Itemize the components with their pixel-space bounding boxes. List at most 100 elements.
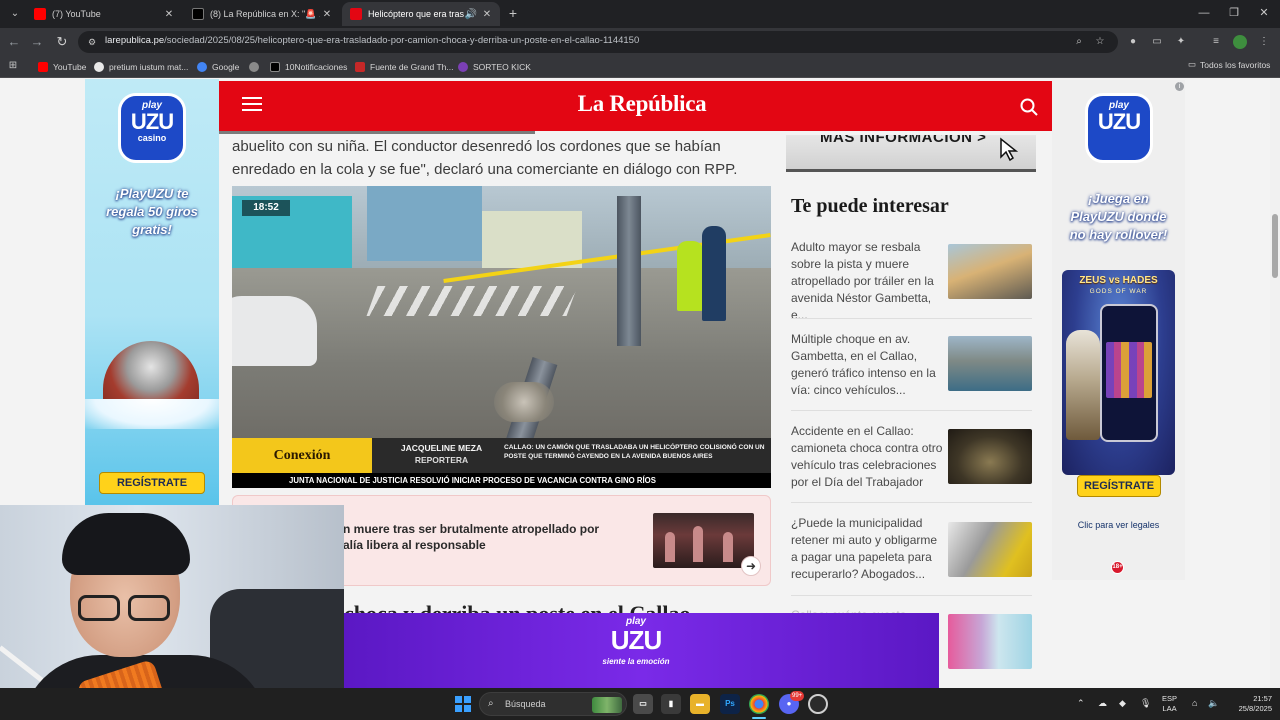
bookmark-sorteo-kick[interactable]: SORTEO KICK bbox=[458, 59, 531, 75]
sidebar-article[interactable]: Múltiple choque en av. Gambetta, en el C… bbox=[791, 331, 1033, 415]
url-text[interactable]: larepublica.pe/sociedad/2025/08/25/helic… bbox=[105, 35, 639, 46]
reading-list-icon[interactable]: ≡ bbox=[1208, 34, 1224, 50]
related-article-thumbnail bbox=[653, 513, 754, 568]
tab-youtube[interactable]: (7) YouTube ✕ bbox=[26, 2, 182, 26]
profile-avatar[interactable] bbox=[1233, 35, 1247, 49]
sidebar-article-title[interactable]: Accidente en el Callao: camioneta choca … bbox=[791, 423, 943, 491]
obs-icon[interactable] bbox=[808, 694, 828, 714]
news-video-player[interactable]: 18:52 Conexión JACQUELINE MEZA REPORTERA… bbox=[232, 186, 771, 488]
photoshop-icon[interactable]: Ps bbox=[720, 694, 740, 714]
apps-grid-icon[interactable]: ⊞ bbox=[7, 60, 19, 72]
onedrive-icon[interactable]: ☁ bbox=[1098, 697, 1107, 709]
extension-icon[interactable]: ▭ bbox=[1149, 34, 1165, 50]
sidebar-article-thumbnail[interactable] bbox=[948, 336, 1032, 391]
bookmark-star-icon[interactable]: ☆ bbox=[1093, 35, 1107, 49]
bookmark-fuente-gta[interactable]: Fuente de Grand Th... bbox=[355, 59, 453, 75]
ad-left-playuzu[interactable]: play UZU casino ¡PlayUZU te regala 50 gi… bbox=[85, 79, 219, 509]
arrow-right-icon[interactable]: ➜ bbox=[741, 556, 761, 576]
sidebar-article[interactable]: Accidente en el Callao: camioneta choca … bbox=[791, 423, 1033, 507]
close-window-icon[interactable]: ✕ bbox=[1252, 4, 1276, 22]
reading-progress-bar bbox=[219, 131, 535, 134]
browser-toolbar: ← → ↻ ⚙ larepublica.pe/sociedad/2025/08/… bbox=[0, 28, 1280, 56]
active-app-indicator bbox=[752, 717, 766, 719]
cursor-arrow-icon bbox=[1000, 137, 1019, 162]
ad-right-playuzu[interactable]: i play UZU ¡Juega en PlayUZU donde no ha… bbox=[1052, 80, 1185, 580]
sidebar-article-title[interactable]: Múltiple choque en av. Gambetta, en el C… bbox=[791, 331, 943, 399]
microphone-icon[interactable]: 🎙 bbox=[1140, 697, 1151, 709]
bookmark-label: 10Notificaciones bbox=[285, 62, 348, 72]
sidebar-article[interactable]: ¿Puede la municipalidad retener mi auto … bbox=[791, 515, 1033, 599]
tab-close-icon[interactable]: ✕ bbox=[162, 9, 176, 20]
larepublica-favicon-icon bbox=[350, 8, 362, 20]
more-info-banner[interactable]: MÁS INFORMACIÓN > bbox=[786, 135, 1036, 172]
input-language[interactable]: ESP LAA bbox=[1162, 694, 1177, 714]
windows-start-icon[interactable] bbox=[455, 696, 471, 712]
sidebar-article-thumbnail[interactable] bbox=[948, 522, 1032, 577]
app-icon[interactable]: ▮ bbox=[661, 694, 681, 714]
sidebar-article-thumbnail[interactable] bbox=[948, 429, 1032, 484]
file-explorer-icon[interactable]: ▬ bbox=[690, 694, 710, 714]
bookmark-google[interactable]: Google bbox=[197, 59, 239, 75]
speaker-icon[interactable]: 🔊 bbox=[464, 9, 478, 20]
search-icon[interactable] bbox=[1019, 97, 1039, 117]
tab-label: (8) La República en X: "🚨 ... bbox=[210, 8, 320, 19]
streamer-hair bbox=[62, 513, 190, 575]
tab-larepublica[interactable]: Helicóptero que era traslad... 🔊 ✕ bbox=[342, 2, 500, 26]
all-bookmarks-folder[interactable]: ▭ Todos los favoritos bbox=[1188, 59, 1270, 70]
divider bbox=[791, 410, 1032, 411]
chrome-icon[interactable] bbox=[749, 694, 769, 714]
extensions-puzzle-icon[interactable]: ✦ bbox=[1173, 34, 1189, 50]
sidebar-article-thumbnail[interactable] bbox=[948, 244, 1032, 299]
scrollbar-thumb[interactable] bbox=[1272, 214, 1278, 278]
bookmark-10notificaciones[interactable]: 10Notificaciones bbox=[270, 59, 347, 75]
menu-kebab-icon[interactable]: ⋮ bbox=[1256, 34, 1272, 50]
network-icon[interactable]: ⌂ bbox=[1192, 697, 1197, 709]
sidebar-article[interactable]: Adulto mayor se resbala sobre la pista y… bbox=[791, 239, 1033, 323]
address-bar[interactable]: ⚙ larepublica.pe/sociedad/2025/08/25/hel… bbox=[78, 31, 1118, 53]
sidebar-article-thumbnail[interactable] bbox=[948, 614, 1032, 669]
new-tab-icon[interactable]: + bbox=[504, 4, 522, 22]
task-view-icon[interactable]: ▭ bbox=[633, 694, 653, 714]
ad-left-register-button[interactable]: REGÍSTRATE bbox=[99, 472, 205, 494]
ad-info-icon[interactable]: i bbox=[1175, 82, 1184, 91]
ad-left-cloud bbox=[85, 399, 219, 429]
back-icon[interactable]: ← bbox=[5, 33, 23, 51]
related-title-line: n muere tras ser brutalmente atropellado… bbox=[343, 522, 600, 536]
sidebar-article-title[interactable]: ¿Puede la municipalidad retener mi auto … bbox=[791, 515, 943, 583]
bookmark-globe[interactable] bbox=[249, 59, 264, 75]
lang-code: ESP bbox=[1162, 694, 1178, 703]
minimize-icon[interactable]: — bbox=[1192, 4, 1216, 22]
youtube-icon bbox=[38, 62, 48, 72]
tab-close-icon[interactable]: ✕ bbox=[320, 9, 334, 20]
taskbar-search-box[interactable]: ⌕ Búsqueda bbox=[479, 692, 627, 716]
fandom-icon bbox=[355, 62, 365, 72]
taskbar-clock[interactable]: 21:57 25/8/2025 bbox=[1224, 694, 1272, 714]
volume-icon[interactable]: 🔈 bbox=[1208, 697, 1219, 709]
related-article-title[interactable]: n muere tras ser brutalmente atropellado… bbox=[343, 521, 643, 553]
forward-icon[interactable]: → bbox=[28, 33, 46, 51]
site-logo[interactable]: La República bbox=[219, 91, 1065, 117]
sidebar-title: Te puede interesar bbox=[791, 195, 949, 217]
ad-bottom-playuzu[interactable]: play UZU siente la emoción bbox=[344, 613, 939, 688]
clock-date: 25/8/2025 bbox=[1238, 704, 1272, 713]
tray-app-icon[interactable]: ◆ bbox=[1119, 697, 1126, 709]
reload-icon[interactable]: ↻ bbox=[53, 33, 71, 51]
extension-icon[interactable]: ● bbox=[1125, 34, 1141, 50]
bookmark-youtube[interactable]: YouTube bbox=[38, 59, 86, 75]
restore-icon[interactable]: ❐ bbox=[1222, 4, 1246, 22]
ad-right-register-button[interactable]: REGÍSTRATE bbox=[1077, 475, 1161, 497]
logo-uzu-text: UZU bbox=[130, 109, 174, 134]
bookmark-pretium[interactable]: pretium iustum mat... bbox=[94, 59, 188, 75]
sidebar-article-title[interactable]: Adulto mayor se resbala sobre la pista y… bbox=[791, 239, 943, 324]
tab-close-icon[interactable]: ✕ bbox=[480, 9, 494, 20]
tab-search-icon[interactable]: ⌄ bbox=[6, 5, 24, 23]
bookmark-label: SORTEO KICK bbox=[473, 62, 531, 72]
site-info-icon[interactable]: ⚙ bbox=[86, 36, 98, 48]
tab-twitter[interactable]: (8) La República en X: "🚨 ... ✕ bbox=[184, 2, 340, 26]
url-domain: larepublica.pe bbox=[105, 35, 165, 46]
site-header: La República bbox=[219, 81, 1052, 131]
ad-legal-link[interactable]: Clic para ver legales bbox=[1052, 520, 1185, 530]
tray-chevron-icon[interactable]: ⌃ bbox=[1077, 697, 1085, 709]
page-scrollbar[interactable] bbox=[1270, 79, 1280, 688]
zoom-icon[interactable]: ⌕ bbox=[1072, 35, 1086, 49]
